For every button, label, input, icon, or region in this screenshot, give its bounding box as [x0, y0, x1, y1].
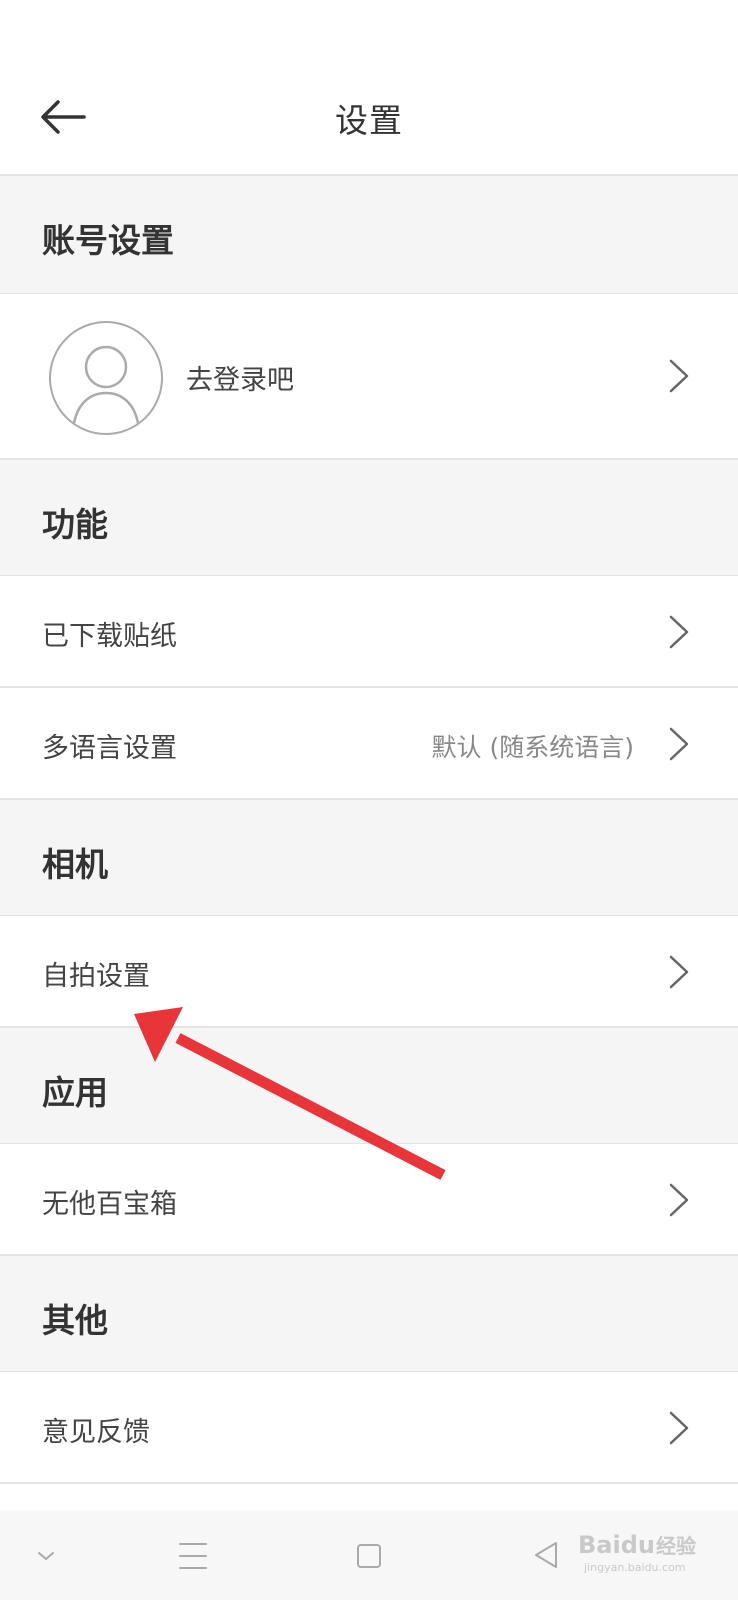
row-feedback[interactable]: 意见反馈	[0, 1372, 738, 1484]
section-title: 功能	[42, 505, 108, 544]
section-title: 相机	[42, 845, 108, 884]
chevron-right-icon	[669, 1411, 689, 1445]
back-triangle-icon	[535, 1542, 557, 1568]
language-value: 默认 (随系统语言)	[431, 733, 634, 762]
row-label: 无他百宝箱	[42, 1189, 177, 1220]
chevron-down-icon	[38, 1552, 54, 1560]
chevron-right-icon	[669, 359, 689, 393]
row-label: 多语言设置	[42, 733, 177, 764]
watermark-url: jingyan.baidu.com	[583, 1561, 686, 1574]
avatar	[49, 321, 163, 435]
row-selfie-settings[interactable]: 自拍设置	[0, 916, 738, 1028]
user-placeholder-icon	[71, 345, 141, 432]
watermark-brand-cn: 经验	[656, 1534, 696, 1558]
baidu-jingyan-watermark: Baidu 经验 jingyan.baidu.com	[578, 1531, 696, 1574]
section-features: 功能	[0, 460, 738, 576]
section-title: 其他	[42, 1301, 108, 1340]
watermark-brand: Baidu	[578, 1531, 655, 1559]
home-square-icon	[357, 1544, 381, 1568]
nav-back-button[interactable]	[518, 1510, 578, 1600]
row-language-settings[interactable]: 多语言设置 默认 (随系统语言)	[0, 688, 738, 800]
row-label: 已下载贴纸	[42, 621, 177, 652]
section-title: 账号设置	[42, 221, 174, 260]
row-toolbox[interactable]: 无他百宝箱	[0, 1144, 738, 1256]
row-label: 自拍设置	[42, 961, 150, 992]
nav-menu-button[interactable]	[163, 1510, 223, 1600]
nav-home-button[interactable]	[339, 1510, 399, 1600]
menu-icon	[179, 1543, 207, 1569]
row-downloaded-stickers[interactable]: 已下载贴纸	[0, 576, 738, 688]
login-label: 去登录吧	[186, 365, 294, 396]
section-others: 其他	[0, 1256, 738, 1372]
chevron-right-icon	[669, 1183, 689, 1217]
section-apps: 应用	[0, 1028, 738, 1144]
section-account: 账号设置	[0, 176, 738, 294]
page-title: 设置	[335, 101, 403, 140]
nav-hide-button[interactable]	[16, 1510, 76, 1600]
section-camera: 相机	[0, 800, 738, 916]
chevron-right-icon	[669, 955, 689, 989]
row-label: 意见反馈	[42, 1417, 150, 1448]
chevron-right-icon	[669, 615, 689, 649]
section-title: 应用	[42, 1073, 108, 1112]
app-header: 设置	[0, 0, 738, 176]
login-row[interactable]: 去登录吧	[0, 294, 738, 460]
chevron-right-icon	[669, 727, 689, 761]
settings-screen: 设置 账号设置 去登录吧 功能 已下载贴纸 多语言设置 默认 (随系统语言) 相…	[0, 0, 738, 1600]
